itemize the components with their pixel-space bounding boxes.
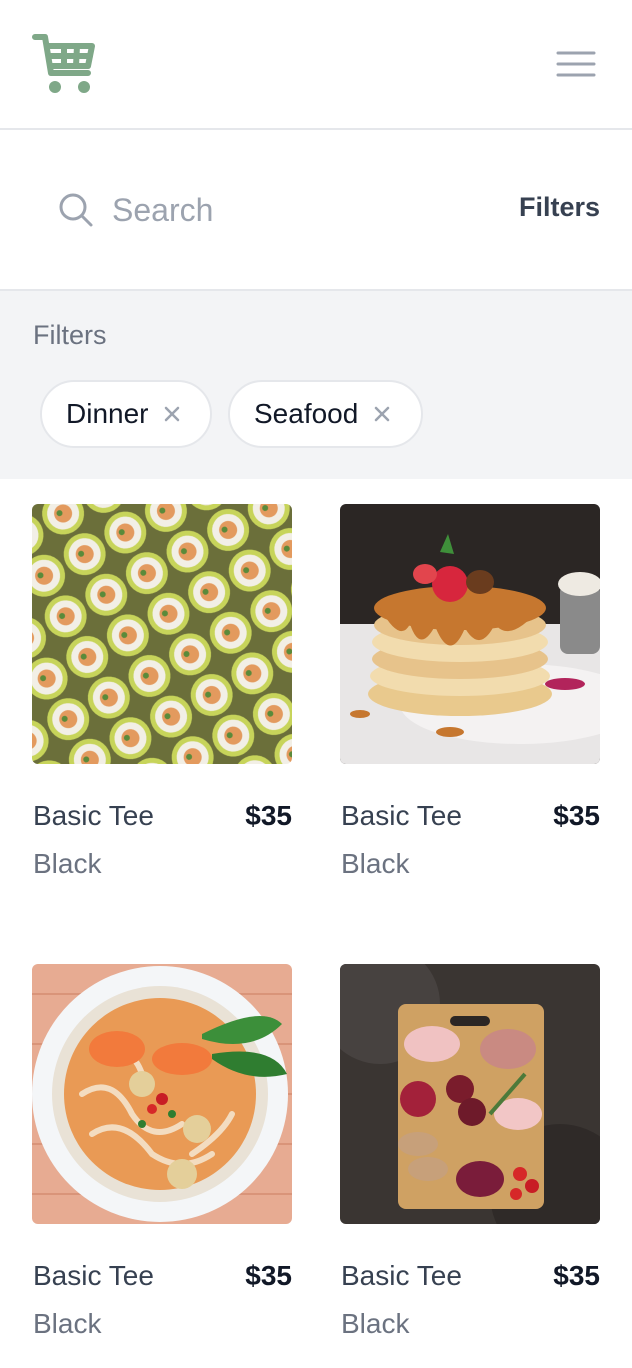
product-price: $35 [553, 800, 600, 831]
product-name[interactable]: Basic Tee [33, 1260, 154, 1292]
product-name[interactable]: Basic Tee [341, 800, 462, 832]
product-image-pancakes[interactable] [340, 504, 600, 764]
remove-filter-icon[interactable] [162, 404, 182, 424]
remove-filter-icon[interactable] [372, 404, 392, 424]
product-name[interactable]: Basic Tee [33, 800, 154, 832]
search-icon [58, 192, 94, 228]
filter-chip-label: Seafood [254, 398, 359, 429]
filter-chip-seafood[interactable]: Seafood [228, 380, 423, 448]
product-price: $35 [245, 1260, 292, 1291]
filter-chip-dinner[interactable]: Dinner [40, 380, 212, 448]
product-image-sushi[interactable] [32, 504, 292, 764]
product-color: Black [33, 848, 102, 879]
search-input[interactable] [112, 186, 472, 234]
product-color: Black [341, 1308, 410, 1339]
product-name[interactable]: Basic Tee [341, 1260, 462, 1292]
product-image-noodle-soup[interactable] [32, 964, 292, 1224]
hamburger-menu-icon[interactable] [556, 50, 596, 80]
product-color: Black [33, 1308, 102, 1339]
product-image-charcuterie-board[interactable] [340, 964, 600, 1224]
filters-heading: Filters [33, 320, 107, 350]
filters-button[interactable]: Filters [519, 192, 600, 223]
product-price: $35 [553, 1260, 600, 1291]
shopping-cart-icon[interactable] [32, 32, 96, 96]
filter-chip-label: Dinner [66, 398, 149, 429]
product-color: Black [341, 848, 410, 879]
product-price: $35 [245, 800, 292, 831]
